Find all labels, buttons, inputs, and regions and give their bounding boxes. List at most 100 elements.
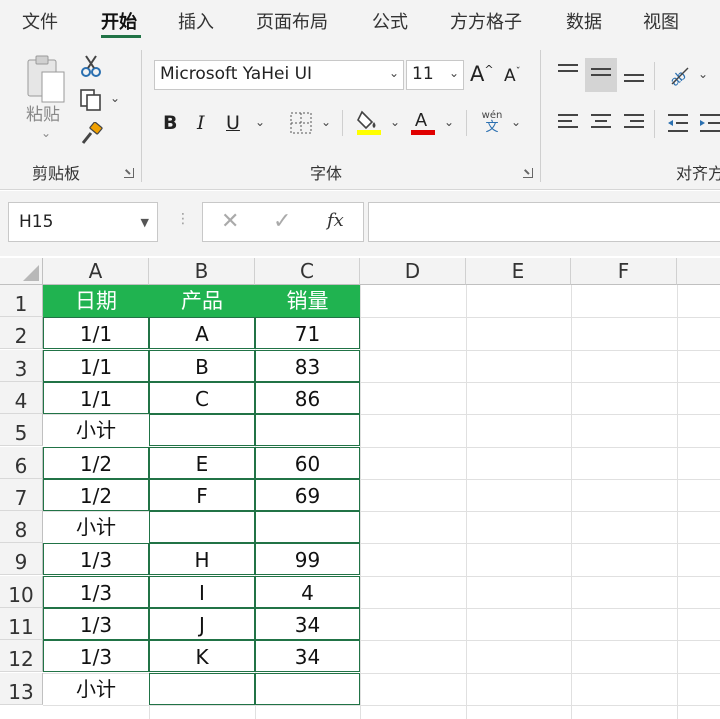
- font-name-select[interactable]: Microsoft YaHei UI ⌄: [154, 60, 404, 90]
- row-header[interactable]: 11: [0, 608, 43, 640]
- row-header[interactable]: 1: [0, 285, 43, 317]
- copy-icon[interactable]: [79, 88, 103, 112]
- cancel-icon[interactable]: ✕: [221, 209, 239, 234]
- tab-formulas[interactable]: 公式: [372, 8, 408, 34]
- increase-indent-icon[interactable]: [698, 112, 720, 134]
- underline-dropdown-icon[interactable]: ⌄: [255, 115, 265, 129]
- tab-view[interactable]: 视图: [643, 8, 679, 34]
- tab-insert[interactable]: 插入: [178, 8, 214, 34]
- shrink-font-button[interactable]: Aˇ: [504, 66, 521, 86]
- phonetic-dropdown-icon[interactable]: ⌄: [511, 115, 521, 129]
- table-cell[interactable]: 1/2: [43, 478, 149, 511]
- row-header[interactable]: 6: [0, 446, 43, 479]
- orientation-icon[interactable]: ab: [666, 62, 692, 88]
- column-header-g[interactable]: [677, 258, 720, 285]
- table-cell[interactable]: I: [149, 575, 255, 608]
- row-header[interactable]: 5: [0, 414, 43, 447]
- row-header[interactable]: 2: [0, 317, 43, 350]
- table-cell[interactable]: F: [149, 478, 255, 511]
- borders-icon[interactable]: [290, 112, 312, 134]
- table-cell[interactable]: K: [149, 640, 255, 673]
- table-cell[interactable]: [149, 511, 255, 544]
- insert-function-button[interactable]: fx: [327, 210, 344, 231]
- column-header-c[interactable]: C: [255, 258, 360, 285]
- column-header-f[interactable]: F: [571, 258, 677, 285]
- decrease-indent-icon[interactable]: [666, 112, 690, 134]
- clipboard-launcher-icon[interactable]: [124, 168, 134, 178]
- tab-ffgz[interactable]: 方方格子: [450, 8, 522, 34]
- table-cell[interactable]: 小计: [43, 414, 149, 446]
- table-cell[interactable]: E: [149, 446, 255, 479]
- table-cell[interactable]: 1/1: [43, 381, 149, 414]
- header-cell[interactable]: 日期: [43, 285, 149, 317]
- table-cell[interactable]: 34: [255, 608, 360, 640]
- table-cell[interactable]: 86: [255, 381, 360, 414]
- fill-color-icon[interactable]: [356, 108, 382, 136]
- table-cell[interactable]: [255, 414, 360, 447]
- table-cell[interactable]: [149, 672, 255, 705]
- align-center-icon[interactable]: [591, 114, 611, 132]
- row-header[interactable]: 8: [0, 511, 43, 544]
- table-cell[interactable]: 99: [255, 543, 360, 576]
- table-cell[interactable]: 小计: [43, 673, 149, 705]
- header-cell[interactable]: 销量: [255, 285, 360, 317]
- tab-data[interactable]: 数据: [566, 8, 602, 34]
- table-cell[interactable]: 1/2: [43, 446, 149, 479]
- table-cell[interactable]: 1/1: [43, 317, 149, 350]
- font-color-dropdown-icon[interactable]: ⌄: [444, 115, 454, 129]
- row-header[interactable]: 9: [0, 543, 43, 576]
- paste-dropdown-icon[interactable]: ⌄: [41, 126, 51, 140]
- tab-home[interactable]: 开始: [101, 8, 137, 34]
- tab-file[interactable]: 文件: [22, 8, 58, 34]
- table-cell[interactable]: C: [149, 381, 255, 414]
- table-cell[interactable]: 4: [255, 575, 360, 608]
- table-cell[interactable]: [255, 672, 360, 705]
- column-header-e[interactable]: E: [466, 258, 571, 285]
- table-cell[interactable]: B: [149, 349, 255, 382]
- row-header[interactable]: 13: [0, 672, 43, 705]
- align-top-icon[interactable]: [558, 64, 578, 76]
- table-cell[interactable]: 69: [255, 478, 360, 511]
- row-header[interactable]: 12: [0, 640, 43, 673]
- formula-input[interactable]: [368, 202, 720, 242]
- orientation-dropdown-icon[interactable]: ⌄: [698, 67, 708, 81]
- table-cell[interactable]: 1/3: [43, 608, 149, 640]
- copy-dropdown-icon[interactable]: ⌄: [110, 91, 120, 105]
- font-size-select[interactable]: 11 ⌄: [406, 60, 464, 90]
- column-header-d[interactable]: D: [360, 258, 466, 285]
- table-cell[interactable]: H: [149, 543, 255, 576]
- table-cell[interactable]: 1/3: [43, 640, 149, 673]
- fill-color-dropdown-icon[interactable]: ⌄: [390, 115, 400, 129]
- table-cell[interactable]: [255, 511, 360, 544]
- header-cell[interactable]: 产品: [149, 285, 255, 317]
- name-box[interactable]: H15 ▼: [8, 202, 158, 242]
- select-all-button[interactable]: [0, 258, 43, 285]
- drag-handle-icon[interactable]: ⋮: [176, 211, 190, 227]
- borders-dropdown-icon[interactable]: ⌄: [321, 115, 331, 129]
- row-header[interactable]: 10: [0, 575, 43, 608]
- grow-font-button[interactable]: A^: [470, 62, 494, 86]
- bold-button[interactable]: B: [163, 112, 177, 134]
- column-header-b[interactable]: B: [149, 258, 255, 285]
- italic-button[interactable]: I: [197, 112, 205, 134]
- row-header[interactable]: 7: [0, 478, 43, 511]
- table-cell[interactable]: 83: [255, 349, 360, 382]
- font-launcher-icon[interactable]: [523, 168, 533, 178]
- cut-icon[interactable]: [80, 54, 102, 78]
- tab-page-layout[interactable]: 页面布局: [256, 8, 328, 34]
- row-header[interactable]: 4: [0, 381, 43, 414]
- enter-icon[interactable]: ✓: [273, 209, 291, 234]
- font-color-icon[interactable]: A: [410, 108, 436, 136]
- table-cell[interactable]: 1/1: [43, 349, 149, 382]
- align-left-icon[interactable]: [558, 114, 578, 132]
- underline-button[interactable]: U: [226, 112, 240, 134]
- table-cell[interactable]: 34: [255, 640, 360, 673]
- align-right-icon[interactable]: [624, 114, 644, 132]
- table-cell[interactable]: 1/3: [43, 575, 149, 608]
- table-cell[interactable]: [149, 414, 255, 447]
- column-header-a[interactable]: A: [43, 258, 149, 285]
- format-painter-icon[interactable]: [80, 122, 104, 146]
- align-bottom-icon[interactable]: [624, 74, 644, 86]
- table-cell[interactable]: 71: [255, 317, 360, 350]
- table-cell[interactable]: 60: [255, 446, 360, 479]
